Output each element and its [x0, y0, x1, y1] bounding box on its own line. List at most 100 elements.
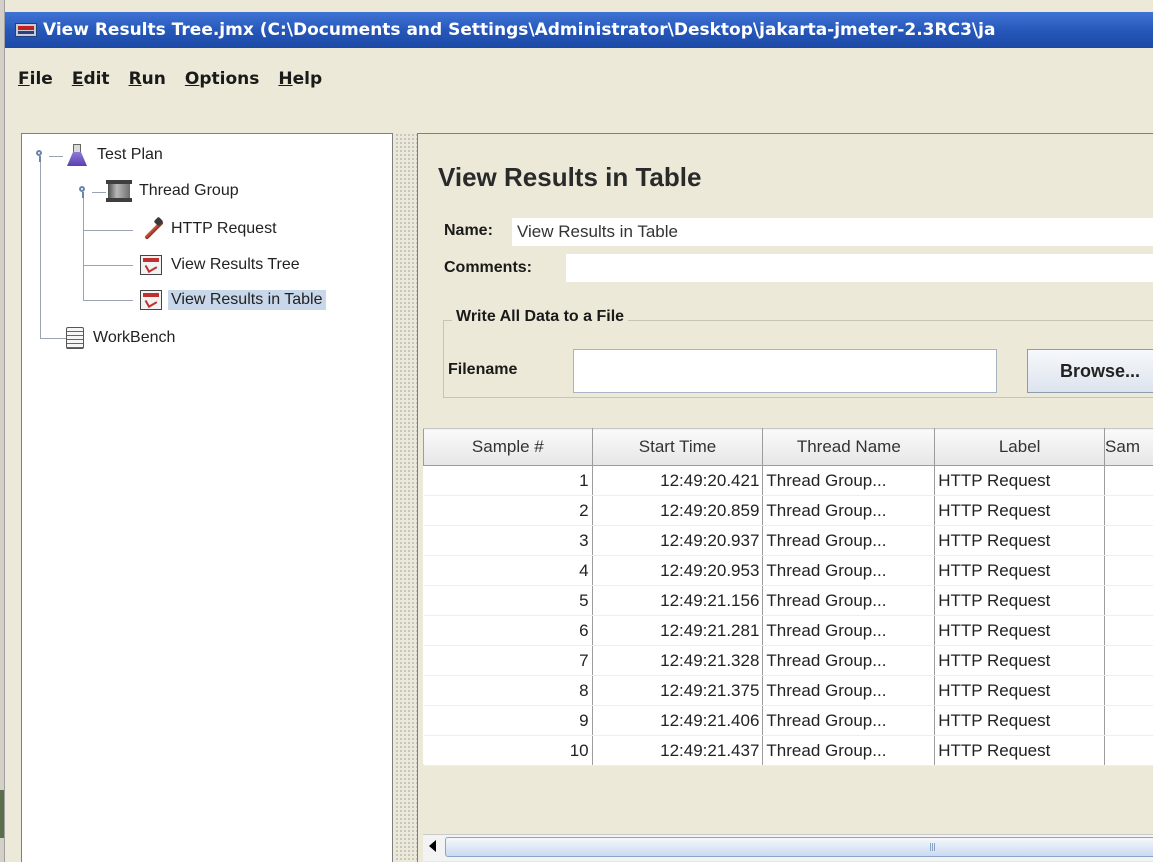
table-cell: HTTP Request [934, 465, 1106, 496]
horizontal-scrollbar[interactable] [423, 834, 1153, 861]
menu-label: dit [83, 69, 110, 89]
spool-icon [106, 180, 132, 202]
table-cell: Thread Group... [762, 495, 936, 526]
expand-handle-icon[interactable] [77, 185, 89, 198]
table-cell: Thread Group... [762, 735, 936, 766]
menu-item[interactable]: Run [129, 69, 166, 89]
column-header[interactable]: Start Time [591, 428, 764, 466]
tree-node-label: HTTP Request [171, 220, 277, 237]
file-group-title: Write All Data to a File [452, 308, 629, 326]
table-row[interactable]: 2 12:49:20.859 Thread Group... HTTP Request [423, 495, 1153, 526]
table-cell: 7 [423, 645, 593, 676]
table-cell: 6 [423, 615, 593, 646]
column-header[interactable]: Thread Name [762, 428, 936, 466]
tree-node-test-plan[interactable]: Test Plan [66, 142, 166, 168]
column-header[interactable]: Sam [1104, 428, 1153, 466]
results-table[interactable]: Sample # Start Time Thread Name Label Sam 11… [423, 428, 1153, 766]
menu-item[interactable]: Options [185, 69, 259, 89]
menu-label: un [141, 69, 166, 89]
menu-item[interactable]: Help [278, 69, 322, 89]
table-row[interactable]: 8 12:49:21.375 Thread Group... HTTP Request [423, 675, 1153, 706]
filename-input[interactable] [573, 349, 997, 393]
table-cell: HTTP Request [934, 705, 1106, 736]
table-row[interactable]: 9 12:49:21.406 Thread Group... HTTP Request [423, 705, 1153, 736]
menu-accelerator: E [71, 69, 84, 89]
tree-connector [83, 265, 133, 266]
table-cell: Thread Group... [762, 615, 936, 646]
table-cell: Thread Group... [762, 465, 936, 496]
table-cell: 9 [423, 705, 593, 736]
table-cell [1104, 645, 1153, 676]
table-cell [1104, 465, 1153, 496]
browse-button[interactable]: Browse... [1027, 349, 1153, 393]
title-bar[interactable]: View Results Tree.jmx (C:\Documents and … [5, 12, 1153, 48]
table-cell: 12:49:20.421 [592, 465, 764, 496]
table-row[interactable]: 1 12:49:20.421 Thread Group... HTTP Request [423, 465, 1153, 496]
table-cell: 10 [423, 735, 593, 766]
scroll-left-arrow-icon[interactable] [429, 840, 436, 852]
workbench-icon [66, 327, 84, 349]
column-header[interactable]: Label [934, 428, 1106, 466]
menu-accelerator: O [184, 69, 200, 89]
table-cell: 12:49:21.375 [592, 675, 764, 706]
page-title: View Results in Table [438, 162, 702, 192]
tree-connector [40, 338, 66, 339]
table-cell [1104, 555, 1153, 586]
table-cell: 12:49:20.953 [592, 555, 764, 586]
table-cell [1104, 735, 1153, 766]
menu-label: ile [29, 69, 53, 89]
filename-label: Filename [448, 361, 518, 378]
table-row[interactable]: 3 12:49:20.937 Thread Group... HTTP Request [423, 525, 1153, 556]
table-cell: 12:49:20.859 [592, 495, 764, 526]
tree-connector [83, 194, 84, 300]
split-pane-divider[interactable] [395, 133, 417, 862]
menu-label: elp [292, 69, 323, 89]
table-cell: HTTP Request [934, 735, 1106, 766]
menu-item[interactable]: Edit [72, 69, 110, 89]
table-cell [1104, 525, 1153, 556]
tree-node-thread-group[interactable]: Thread Group [106, 178, 242, 204]
column-header[interactable]: Sample # [423, 428, 593, 466]
test-plan-tree[interactable]: Test Plan Thread Group HTTP Request View… [21, 133, 393, 862]
comments-input[interactable] [566, 254, 1153, 282]
menu-bar: File Edit Run Options Help [5, 59, 328, 99]
tree-node-label: WorkBench [93, 329, 176, 346]
expand-handle-icon[interactable] [34, 149, 46, 162]
table-cell [1104, 585, 1153, 616]
table-cell [1104, 495, 1153, 526]
table-row[interactable]: 4 12:49:20.953 Thread Group... HTTP Request [423, 555, 1153, 586]
table-cell: Thread Group... [762, 525, 936, 556]
table-cell: Thread Group... [762, 555, 936, 586]
table-cell: 4 [423, 555, 593, 586]
listener-icon [140, 290, 162, 310]
scrollbar-thumb[interactable] [445, 837, 1153, 857]
tree-node-label: Test Plan [97, 146, 163, 163]
table-row[interactable]: 6 12:49:21.281 Thread Group... HTTP Request [423, 615, 1153, 646]
tree-node-view-results-tree[interactable]: View Results Tree [140, 252, 303, 278]
table-cell [1104, 615, 1153, 646]
table-row[interactable]: 10 12:49:21.437 Thread Group... HTTP Reques… [423, 735, 1153, 766]
menu-accelerator: H [278, 69, 293, 89]
tree-node-view-results-table[interactable]: View Results in Table [140, 287, 326, 313]
table-row[interactable]: 5 12:49:21.156 Thread Group... HTTP Request [423, 585, 1153, 616]
table-cell: Thread Group... [762, 675, 936, 706]
table-cell [1104, 705, 1153, 736]
table-cell: HTTP Request [934, 495, 1106, 526]
table-cell: HTTP Request [934, 555, 1106, 586]
tree-node-workbench[interactable]: WorkBench [66, 325, 178, 351]
tree-node-label: View Results in Table [168, 290, 326, 310]
table-cell: 12:49:21.328 [592, 645, 764, 676]
table-cell: HTTP Request [934, 675, 1106, 706]
menu-item[interactable]: File [18, 69, 53, 89]
tree-connector [40, 162, 41, 338]
tree-connector [92, 192, 106, 193]
table-row[interactable]: 7 12:49:21.328 Thread Group... HTTP Request [423, 645, 1153, 676]
table-cell: HTTP Request [934, 645, 1106, 676]
tree-node-http-request[interactable]: HTTP Request [140, 216, 280, 242]
table-cell [1104, 675, 1153, 706]
name-input[interactable] [512, 218, 1153, 246]
menu-label: ptions [199, 69, 260, 89]
tree-node-label: View Results Tree [171, 256, 300, 273]
table-cell: 8 [423, 675, 593, 706]
app-icon [15, 23, 37, 37]
